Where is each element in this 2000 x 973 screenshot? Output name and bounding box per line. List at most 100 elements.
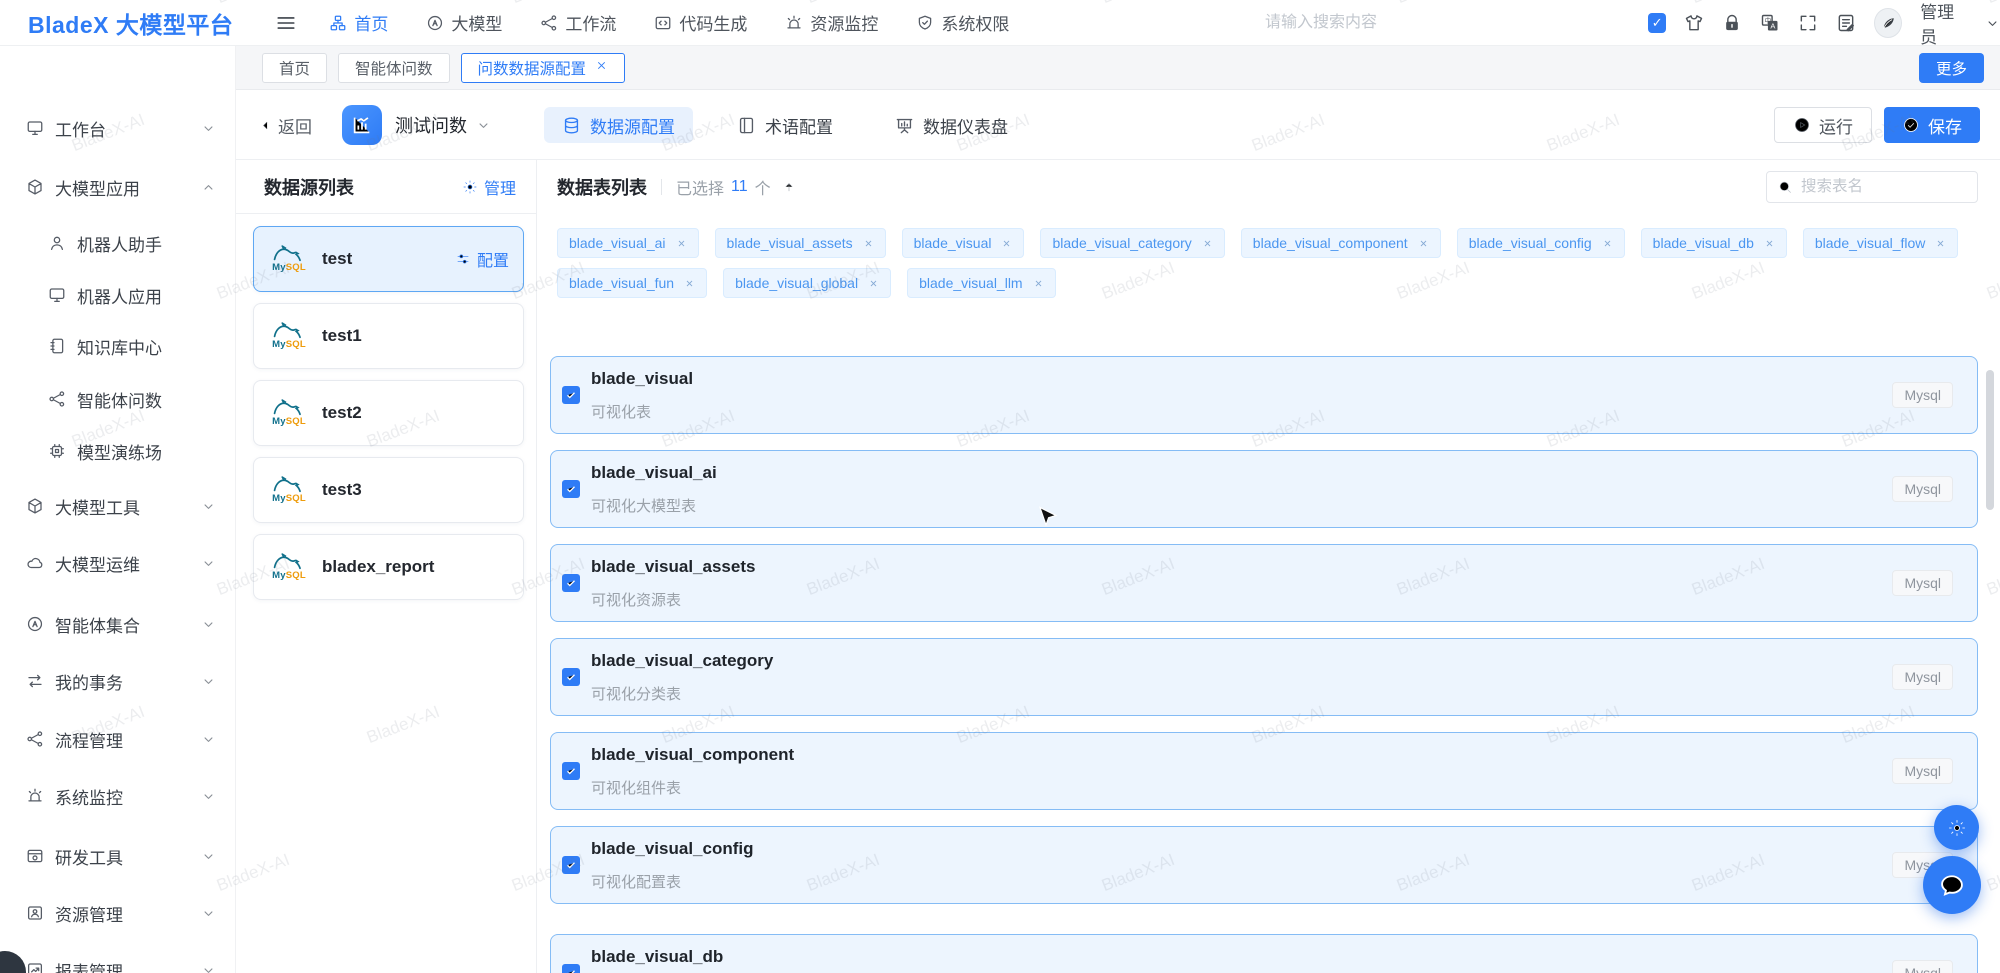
datasource-item-test3[interactable]: MySQL test3 bbox=[253, 457, 524, 523]
tag-blade-visual-config[interactable]: blade_visual_config bbox=[1457, 228, 1625, 258]
tab-agent-query[interactable]: 智能体问数 bbox=[338, 53, 450, 83]
save-button[interactable]: 保存 bbox=[1884, 107, 1980, 143]
checkbox-checked[interactable] bbox=[562, 964, 580, 973]
close-icon[interactable] bbox=[676, 238, 687, 249]
table-row[interactable]: blade_visual_ai 可视化大模型表 Mysql bbox=[550, 450, 1978, 528]
sidebar-item-process-mgmt[interactable]: 流程管理 bbox=[0, 725, 236, 753]
nav-item-system-permission[interactable]: 系统权限 bbox=[916, 10, 1009, 35]
sidebar-item-model-playground[interactable]: 模型演练场 bbox=[0, 437, 236, 465]
tag-blade-visual-llm[interactable]: blade_visual_llm bbox=[907, 268, 1056, 298]
datasource-item-bladex-report[interactable]: MySQL bladex_report bbox=[253, 534, 524, 600]
nav-item-llm[interactable]: 大模型 bbox=[426, 10, 502, 35]
close-icon[interactable] bbox=[1001, 238, 1012, 249]
nav-item-codegen[interactable]: 代码生成 bbox=[654, 10, 747, 35]
tag-blade-visual-flow[interactable]: blade_visual_flow bbox=[1803, 228, 1959, 258]
language-translate-icon[interactable] bbox=[1760, 13, 1780, 33]
theme-shirt-icon[interactable] bbox=[1684, 13, 1704, 33]
table-row[interactable]: blade_visual_component 可视化组件表 Mysql bbox=[550, 732, 1978, 810]
nav-item-resource-monitor[interactable]: 资源监控 bbox=[785, 10, 878, 35]
close-icon[interactable] bbox=[595, 59, 608, 77]
table-row[interactable]: blade_visual_db Mysql bbox=[550, 934, 1978, 973]
app-name[interactable]: 测试问数 bbox=[395, 112, 467, 138]
sidebar-item-system-monitor[interactable]: 系统监控 bbox=[0, 782, 236, 810]
close-icon[interactable] bbox=[1418, 238, 1429, 249]
checkbox-checked[interactable] bbox=[562, 856, 580, 874]
tab-home[interactable]: 首页 bbox=[262, 53, 327, 83]
sidebar-item-agent-query[interactable]: 智能体问数 bbox=[0, 385, 236, 413]
sidebar-item-robot-app[interactable]: 机器人应用 bbox=[0, 281, 236, 309]
close-icon[interactable] bbox=[684, 278, 695, 289]
sidebar-item-dev-tools[interactable]: 研发工具 bbox=[0, 842, 236, 870]
fullscreen-icon[interactable] bbox=[1798, 13, 1818, 33]
table-row[interactable]: blade_visual_config 可视化配置表 Mysql bbox=[550, 826, 1978, 904]
table-panel: 数据表列表 已选择 11 个 blade_visual_ai blade_vis… bbox=[537, 160, 2000, 973]
scrollbar-thumb[interactable] bbox=[1986, 370, 1994, 510]
view-terms-config[interactable]: 术语配置 bbox=[719, 107, 851, 143]
global-search-input[interactable] bbox=[1265, 8, 1505, 38]
lock-icon[interactable] bbox=[1722, 13, 1742, 33]
back-button[interactable]: 返回 bbox=[258, 113, 312, 138]
sidebar-item-workbench[interactable]: 工作台 bbox=[0, 114, 236, 142]
checkbox-checked[interactable] bbox=[562, 386, 580, 404]
gear-icon bbox=[1947, 818, 1967, 838]
sidebar-item-report-mgmt[interactable]: 报表管理 bbox=[0, 956, 236, 973]
close-icon[interactable] bbox=[1602, 238, 1613, 249]
sidebar-item-llm-ops[interactable]: 大模型运维 bbox=[0, 549, 236, 577]
tag-blade-visual-db[interactable]: blade_visual_db bbox=[1641, 228, 1787, 258]
view-data-dashboard[interactable]: 数据仪表盘 bbox=[877, 107, 1026, 143]
tag-blade-visual-component[interactable]: blade_visual_component bbox=[1241, 228, 1441, 258]
datasource-item-test1[interactable]: MySQL test1 bbox=[253, 303, 524, 369]
app-logo: BladeX 大模型平台 bbox=[28, 6, 233, 40]
table-row[interactable]: blade_visual 可视化表 Mysql bbox=[550, 356, 1978, 434]
table-row[interactable]: blade_visual_assets 可视化资源表 Mysql bbox=[550, 544, 1978, 622]
tag-blade-visual-fun[interactable]: blade_visual_fun bbox=[557, 268, 707, 298]
settings-fab-button[interactable] bbox=[1934, 805, 1979, 850]
chat-fab-button[interactable] bbox=[1923, 856, 1981, 914]
tag-blade-visual-category[interactable]: blade_visual_category bbox=[1040, 228, 1224, 258]
close-icon[interactable] bbox=[863, 238, 874, 249]
more-button[interactable]: 更多 bbox=[1919, 53, 1984, 83]
checkbox-checked[interactable] bbox=[562, 762, 580, 780]
nav-item-workflow[interactable]: 工作流 bbox=[540, 10, 616, 35]
table-search-input[interactable] bbox=[1801, 178, 1961, 196]
chevron-down-icon[interactable] bbox=[1985, 16, 2000, 31]
close-icon[interactable] bbox=[1764, 238, 1775, 249]
configure-button[interactable]: 配置 bbox=[455, 247, 509, 271]
table-row[interactable]: blade_visual_category 可视化分类表 Mysql bbox=[550, 638, 1978, 716]
close-icon[interactable] bbox=[1202, 238, 1213, 249]
terms-book-icon bbox=[737, 116, 756, 135]
sidebar-item-agent-collection[interactable]: 智能体集合 bbox=[0, 610, 236, 638]
manage-button[interactable]: 管理 bbox=[462, 175, 516, 199]
checkbox-checked[interactable] bbox=[562, 574, 580, 592]
tag-blade-visual-global[interactable]: blade_visual_global bbox=[723, 268, 891, 298]
close-icon[interactable] bbox=[868, 278, 879, 289]
close-icon[interactable] bbox=[1033, 278, 1044, 289]
chevron-down-icon[interactable] bbox=[476, 118, 491, 133]
hamburger-menu-icon[interactable] bbox=[275, 12, 297, 34]
checkbox-checked[interactable] bbox=[562, 480, 580, 498]
tag-blade-visual[interactable]: blade_visual bbox=[902, 228, 1025, 258]
sidebar-item-robot-assistant[interactable]: 机器人助手 bbox=[0, 229, 236, 257]
datasource-item-test2[interactable]: MySQL test2 bbox=[253, 380, 524, 446]
checkbox-checked[interactable] bbox=[562, 668, 580, 686]
tab-datasource-config[interactable]: 问数数据源配置 bbox=[461, 53, 626, 83]
shield-check-icon bbox=[916, 14, 934, 32]
mysql-logo-icon: MySQL bbox=[269, 322, 309, 350]
tag-blade-visual-assets[interactable]: blade_visual_assets bbox=[715, 228, 886, 258]
view-datasource-config[interactable]: 数据源配置 bbox=[544, 107, 693, 143]
sidebar-item-resource-mgmt[interactable]: 资源管理 bbox=[0, 899, 236, 927]
notebook-icon[interactable] bbox=[1836, 13, 1856, 33]
todo-check-icon[interactable]: ✓ bbox=[1648, 13, 1666, 33]
sidebar-item-my-tasks[interactable]: 我的事务 bbox=[0, 667, 236, 695]
sidebar-item-knowledge-center[interactable]: 知识库中心 bbox=[0, 332, 236, 360]
user-avatar[interactable] bbox=[1874, 8, 1902, 38]
sidebar-item-llm-tools[interactable]: 大模型工具 bbox=[0, 492, 236, 520]
sidebar-item-llm-apps[interactable]: 大模型应用 bbox=[0, 173, 236, 201]
tag-blade-visual-ai[interactable]: blade_visual_ai bbox=[557, 228, 699, 258]
collapse-tags-icon[interactable] bbox=[782, 180, 796, 194]
user-name[interactable]: 管理员 bbox=[1920, 0, 1967, 48]
datasource-item-test[interactable]: MySQL test 配置 bbox=[253, 226, 524, 292]
nav-item-home[interactable]: 首页 bbox=[329, 10, 388, 35]
run-button[interactable]: 运行 bbox=[1774, 107, 1872, 143]
close-icon[interactable] bbox=[1935, 238, 1946, 249]
